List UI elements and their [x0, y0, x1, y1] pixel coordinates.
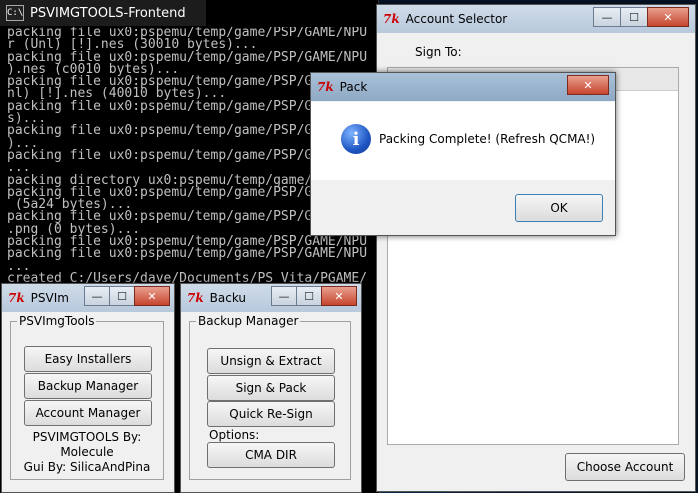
- easy-installers-button[interactable]: Easy Installers: [24, 346, 152, 372]
- console-line: packing file ux0:pspemu/temp/game/PSP/GA…: [7, 246, 368, 262]
- console-icon: C:\: [6, 5, 24, 21]
- info-icon: i: [341, 124, 371, 154]
- credits: PSVIMGTOOLS By: Molecule Gui By: SilicaA…: [2, 430, 172, 475]
- pack-message: Packing Complete! (Refresh QCMA!): [379, 132, 596, 146]
- ok-button[interactable]: OK: [515, 194, 603, 222]
- tk-icon: 7k: [187, 291, 204, 305]
- console-titlebar[interactable]: C:\ PSVIMGTOOLS-Frontend: [0, 0, 206, 26]
- sign-pack-button[interactable]: Sign & Pack: [207, 375, 335, 401]
- close-icon[interactable]: ✕: [321, 286, 357, 306]
- psvimgtools-titlebar[interactable]: 7k PSVIm — ☐ ✕: [2, 284, 174, 312]
- pack-message-area: i Packing Complete! (Refresh QCMA!): [311, 102, 615, 180]
- cma-dir-button[interactable]: CMA DIR: [207, 442, 335, 468]
- pack-dialog[interactable]: 7k Pack ✕ i Packing Complete! (Refresh Q…: [310, 72, 616, 236]
- tk-icon: 7k: [8, 291, 25, 305]
- quick-resign-button[interactable]: Quick Re-Sign: [207, 401, 335, 427]
- maximize-icon[interactable]: ☐: [109, 286, 135, 306]
- backup-manager-title: Backu: [209, 291, 247, 305]
- tk-icon: 7k: [383, 12, 400, 26]
- sign-to-label: Sign To:: [415, 45, 462, 59]
- backup-manager-window[interactable]: 7k Backu — ☐ ✕ Backup Manager Unsign & E…: [180, 283, 362, 493]
- options-label: Options:: [209, 428, 260, 442]
- backup-manager-group-label: Backup Manager: [198, 314, 299, 328]
- pack-dialog-title: Pack: [339, 80, 368, 94]
- close-icon[interactable]: ✕: [647, 7, 689, 27]
- psvimgtools-window[interactable]: 7k PSVIm — ☐ ✕ PSVImgTools Easy Installe…: [1, 283, 175, 493]
- account-manager-button[interactable]: Account Manager: [24, 400, 152, 426]
- close-icon[interactable]: ✕: [567, 75, 609, 95]
- credit-line-2: Molecule: [60, 445, 114, 459]
- maximize-icon[interactable]: ☐: [620, 7, 648, 27]
- minimize-icon[interactable]: —: [84, 286, 110, 306]
- choose-account-button[interactable]: Choose Account: [565, 453, 685, 481]
- backup-manager-button[interactable]: Backup Manager: [24, 373, 152, 399]
- close-icon[interactable]: ✕: [134, 286, 170, 306]
- credit-line-1: PSVIMGTOOLS By:: [32, 430, 142, 444]
- unsign-extract-button[interactable]: Unsign & Extract: [207, 348, 335, 374]
- tk-icon: 7k: [317, 80, 334, 94]
- console-title: PSVIMGTOOLS-Frontend: [30, 5, 186, 21]
- account-selector-title: Account Selector: [405, 12, 508, 26]
- psvimgtools-title: PSVIm: [30, 291, 69, 305]
- account-selector-titlebar[interactable]: 7k Account Selector — ☐ ✕: [377, 5, 695, 33]
- minimize-icon[interactable]: —: [593, 7, 621, 27]
- psvimgtools-group-label: PSVImgTools: [19, 314, 95, 328]
- minimize-icon[interactable]: —: [271, 286, 297, 306]
- pack-dialog-titlebar[interactable]: 7k Pack ✕: [311, 73, 615, 101]
- credit-line-3: Gui By: SilicaAndPina: [23, 460, 151, 474]
- backup-manager-titlebar[interactable]: 7k Backu — ☐ ✕: [181, 284, 361, 312]
- maximize-icon[interactable]: ☐: [296, 286, 322, 306]
